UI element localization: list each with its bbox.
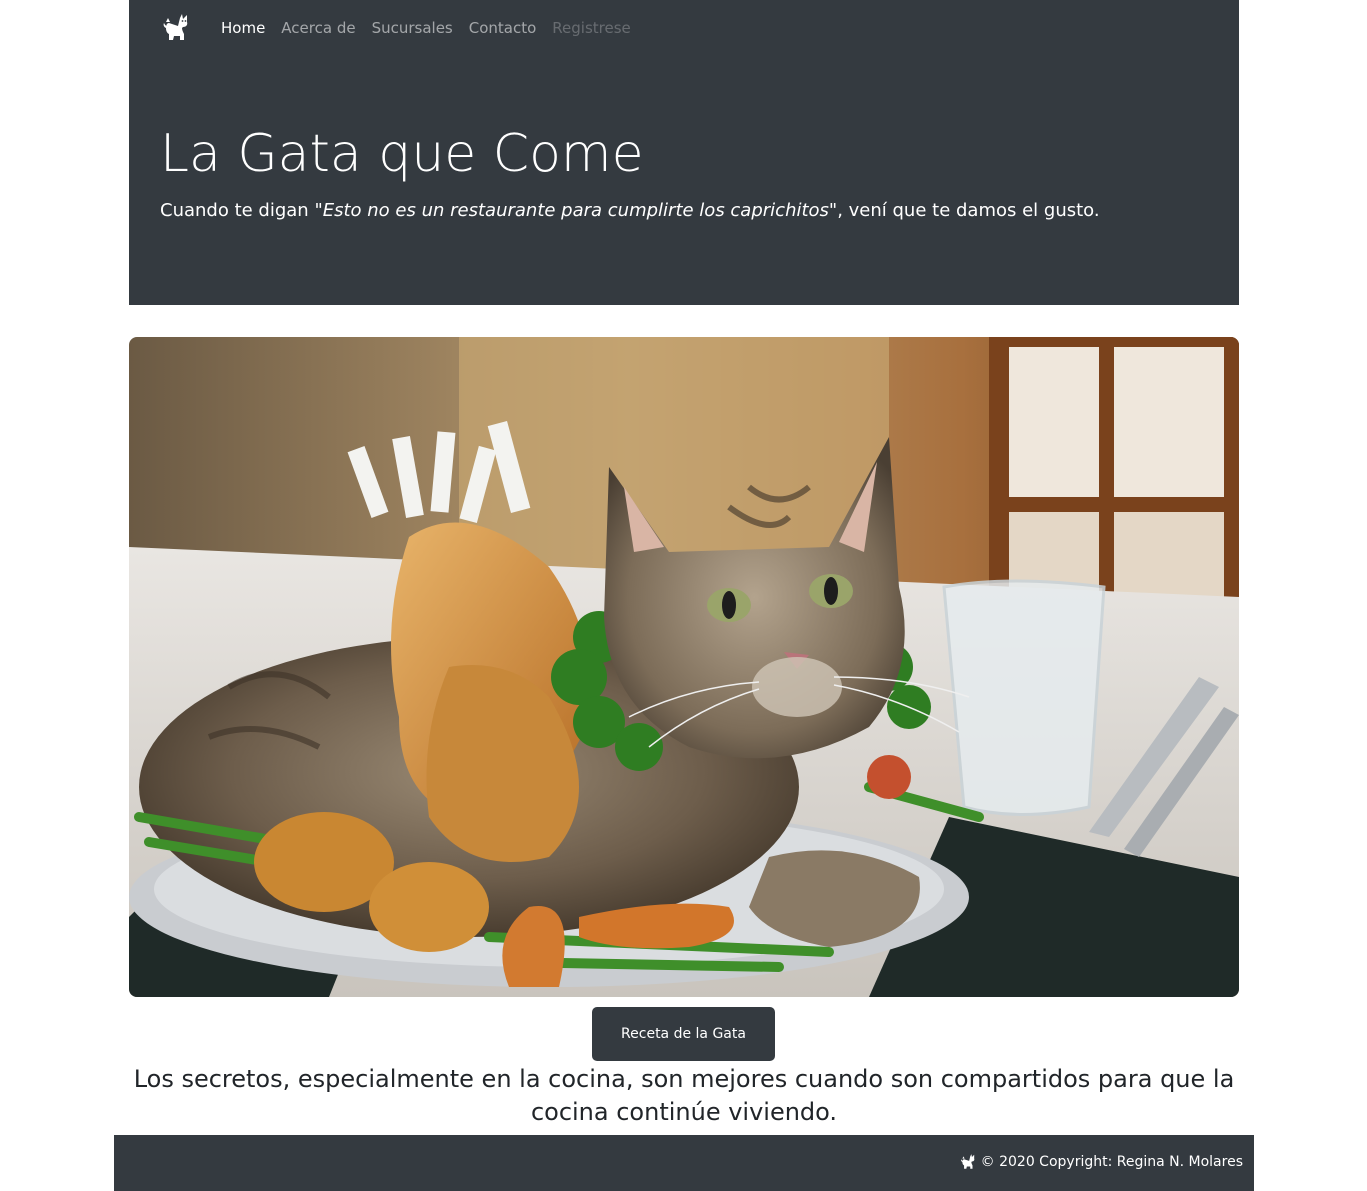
nav-registrese[interactable]: Registrese — [544, 17, 638, 39]
cat-icon — [960, 1154, 974, 1169]
page-title: La Gata que Come — [160, 124, 644, 184]
cat-icon — [163, 14, 188, 40]
copyright-text: © 2020 Copyright: Regina N. Molares — [980, 1154, 1243, 1170]
nav-acerca-de[interactable]: Acerca de — [273, 17, 363, 39]
lead-prefix: Cuando te digan — [160, 200, 315, 221]
cat-on-platter-photo — [129, 337, 1239, 997]
brand-logo[interactable] — [160, 12, 192, 44]
lead-quote: "Esto no es un restaurante para cumplirt… — [314, 200, 838, 221]
footer-copyright: © 2020 Copyright: Regina N. Molares — [959, 1153, 1243, 1171]
nav-contacto[interactable]: Contacto — [461, 17, 545, 39]
jumbotron-header: Home Acerca de Sucursales Contacto Regis… — [129, 0, 1239, 305]
secret-text: Los secretos, especialmente en la cocina… — [133, 1065, 1235, 1126]
page: Home Acerca de Sucursales Contacto Regis… — [0, 0, 1367, 1191]
nav-home[interactable]: Home — [213, 17, 273, 39]
footer: © 2020 Copyright: Regina N. Molares — [114, 1135, 1254, 1191]
recipe-button[interactable]: Receta de la Gata — [592, 1007, 775, 1061]
navbar: Home Acerca de Sucursales Contacto Regis… — [129, 0, 1239, 57]
nav-sucursales[interactable]: Sucursales — [364, 17, 461, 39]
hero-lead: Cuando te digan "Esto no es un restauran… — [160, 197, 1100, 225]
nav-links: Home Acerca de Sucursales Contacto Regis… — [213, 17, 639, 39]
lead-suffix: , vení que te damos el gusto. — [837, 200, 1100, 221]
